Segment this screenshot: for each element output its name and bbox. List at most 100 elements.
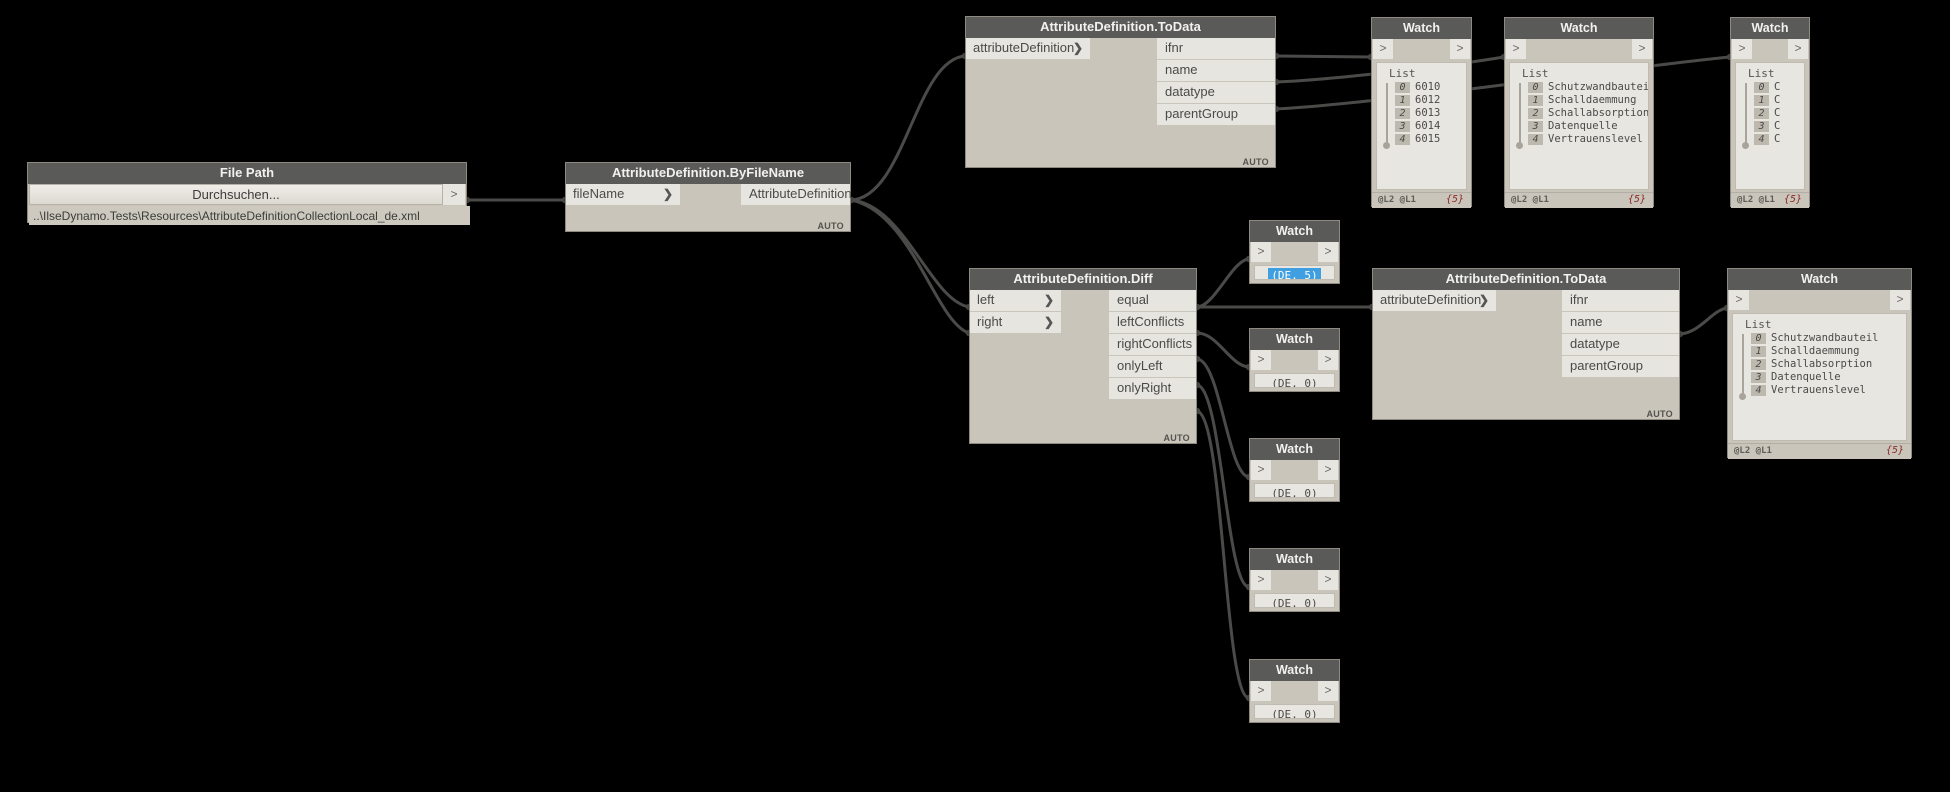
node-body: attributeDefinition ❯ ifnr name datatype pare… [1373,290,1679,421]
input-port-left[interactable]: left ❯ [970,290,1061,311]
list-value: Schallabsorption [1771,358,1873,370]
node-body: > > List 0 C 1 C 2 C 3 C 4 C @L2 @L1 {5} [1731,39,1809,208]
watch-node-watch-name-top[interactable]: Watch > > List 0 Schutzwandbauteil 1 Schalldaem… [1504,17,1654,208]
dynamo-canvas[interactable]: File Path Durchsuchen... > ..\IlseDynamo.Te… [0,0,1950,792]
output-port-datatype[interactable]: datatype [1562,334,1679,355]
wire[interactable] [1196,357,1250,479]
list-item: 0C [1754,81,1798,93]
list-levels[interactable]: @L2 @L1 [1378,195,1416,205]
input-port[interactable]: > [1251,350,1271,370]
wire[interactable] [1196,331,1250,369]
input-port[interactable]: > [1251,570,1271,590]
output-port-datatype[interactable]: datatype [1157,82,1275,103]
watch-value: (DE, 0) [1271,708,1318,719]
output-port-name[interactable]: name [1562,312,1679,333]
item-count-badge: {5} [1885,445,1904,456]
watch-value: (DE, 0) [1271,597,1318,608]
output-port-ifnr[interactable]: ifnr [1157,38,1275,59]
input-port[interactable]: > [1729,290,1749,310]
node-title: Watch [1250,329,1339,350]
output-port-ifnr[interactable]: ifnr [1562,290,1679,311]
output-port[interactable]: > [1318,681,1338,701]
node-file-path[interactable]: File Path Durchsuchen... > ..\IlseDynamo.Te… [27,162,470,225]
node-body: > > (DE, 5) [1250,242,1339,285]
wire[interactable] [1275,55,1731,111]
output-port-leftConflicts[interactable]: leftConflicts [1109,312,1196,333]
list-spine-dot [1739,393,1746,400]
output-port-parentGroup[interactable]: parentGroup [1562,356,1679,377]
node-byfilename[interactable]: AttributeDefinition.ByFileName fileName ❯ A… [565,162,852,232]
input-port[interactable]: > [1732,39,1752,59]
output-port[interactable]: > [1318,242,1338,262]
list-index: 1 [1754,94,1769,106]
output-port[interactable]: > [1890,290,1910,310]
output-port-onlyRight[interactable]: onlyRight [1109,378,1196,399]
node-body: > > (DE, 0) [1250,460,1339,503]
list-levels[interactable]: @L2 @L1 [1511,195,1549,205]
watch-node-watch-ifnr[interactable]: Watch > > List 0 6010 1 6012 2 6013 3 6014 4 6015 @L2 … [1371,17,1472,208]
node-todata-top[interactable]: AttributeDefinition.ToData attributeDefin… [965,16,1276,168]
input-port[interactable]: > [1506,39,1526,59]
output-port-equal[interactable]: equal [1109,290,1196,311]
output-port-parentGroup[interactable]: parentGroup [1157,104,1275,125]
watch-node-watch-datatype[interactable]: Watch > > List 0 C 1 C 2 C 3 C 4 C @L2 @L1 {5} [1730,17,1810,208]
watch-node-watch-onlyleft[interactable]: Watch > > (DE, 0) [1249,548,1340,612]
list-index: 4 [1395,133,1410,145]
browse-button[interactable]: Durchsuchen... [29,184,443,205]
wire[interactable] [850,198,970,335]
list-label: List [1522,67,1549,80]
input-port[interactable]: > [1251,460,1271,480]
watch-node-watch-rightconflicts[interactable]: Watch > > (DE, 0) [1249,438,1340,502]
list-spine [1519,83,1521,144]
output-port[interactable]: > [443,184,465,205]
node-title: Watch [1505,18,1653,39]
input-port-right[interactable]: right ❯ [970,312,1061,333]
input-port-fileName[interactable]: fileName ❯ [566,184,680,205]
watch-value: (DE, 0) [1271,487,1318,498]
selected-value[interactable]: (DE, 5) [1268,268,1321,279]
node-body: > > List 0 Schutzwandbauteil 1 Schalldaemmung 2… [1728,290,1911,459]
wire[interactable] [1679,306,1728,336]
list-levels[interactable]: @L2 @L1 [1734,446,1772,456]
wire[interactable] [1196,383,1250,589]
item-count-badge: {5} [1783,194,1802,205]
list-spine [1742,334,1744,395]
port-label: right [977,314,1003,329]
output-port[interactable]: > [1788,39,1808,59]
wire[interactable] [850,198,970,309]
watch-node-watch-equal[interactable]: Watch > > (DE, 5) [1249,220,1340,284]
list-spine-dot [1383,142,1390,149]
input-port-attributeDefinition[interactable]: attributeDefinition ❯ [966,38,1090,59]
output-port[interactable]: > [1450,39,1470,59]
node-body: > > List 0 Schutzwandbauteil 1 Schalldaemmung 2… [1505,39,1653,208]
output-port-rightConflicts[interactable]: rightConflicts [1109,334,1196,355]
wire[interactable] [1196,257,1250,309]
port-label: attributeDefinition [1380,292,1482,307]
node-title: Watch [1250,221,1339,242]
output-port[interactable]: > [1632,39,1652,59]
output-port[interactable]: > [1318,460,1338,480]
output-port-onlyLeft[interactable]: onlyLeft [1109,356,1196,377]
output-port[interactable]: > [1318,350,1338,370]
input-port-attributeDefinition[interactable]: attributeDefinition ❯ [1373,290,1496,311]
node-diff[interactable]: AttributeDefinition.Diff left ❯ right ❯ equal… [969,268,1197,444]
input-port[interactable]: > [1373,39,1393,59]
list-item: 1 Schalldaemmung [1751,345,1900,357]
output-port[interactable]: > [1318,570,1338,590]
output-port-AttributeDefinition[interactable]: AttributeDefinition [741,184,852,205]
list-index: 1 [1528,94,1543,106]
watch-node-watch-onlyright[interactable]: Watch > > (DE, 0) [1249,659,1340,723]
wire[interactable] [1196,409,1250,700]
input-port[interactable]: > [1251,242,1271,262]
input-port[interactable]: > [1251,681,1271,701]
watch-node-watch-name-bottom[interactable]: Watch > > List 0 Schutzwandbauteil 1 Schalldaem… [1727,268,1912,459]
node-todata-bottom[interactable]: AttributeDefinition.ToData attributeDefin… [1372,268,1680,420]
auto-badge: AUTO [1163,433,1190,443]
list-item: 1C [1754,94,1798,106]
wire[interactable] [1275,54,1372,59]
list-levels[interactable]: @L2 @L1 [1737,195,1775,205]
watch-node-watch-leftconflicts[interactable]: Watch > > (DE, 0) [1249,328,1340,392]
list-index: 3 [1754,120,1769,132]
wire[interactable] [850,54,966,202]
output-port-name[interactable]: name [1157,60,1275,81]
